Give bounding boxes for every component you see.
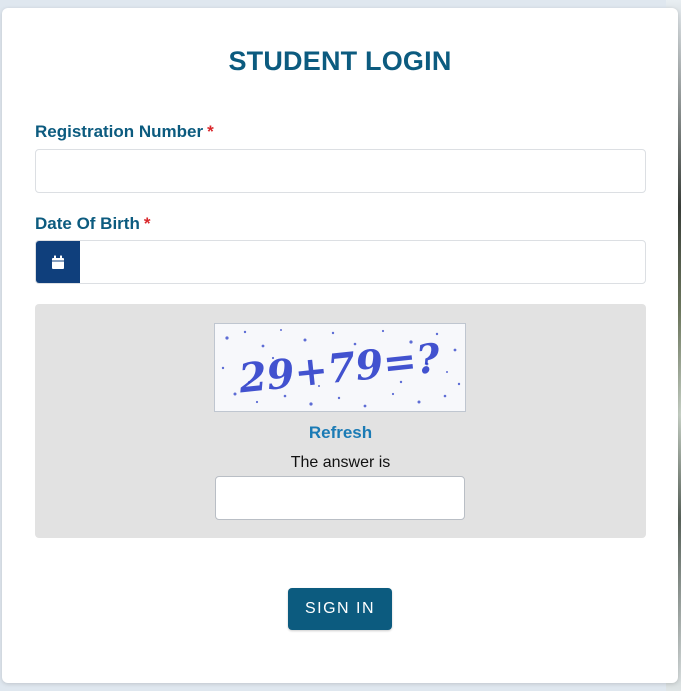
date-of-birth-field xyxy=(35,240,646,284)
required-asterisk: * xyxy=(143,214,151,233)
date-of-birth-label: Date Of Birth * xyxy=(35,214,150,234)
sign-in-button[interactable]: SIGN IN xyxy=(288,588,392,630)
calendar-button[interactable] xyxy=(36,241,80,283)
date-of-birth-input[interactable] xyxy=(80,241,645,283)
captcha-text: 29+79=? xyxy=(236,335,443,403)
calendar-icon xyxy=(52,255,64,269)
login-card: STUDENT LOGIN Registration Number * Date … xyxy=(2,8,678,683)
captcha-image: 29+79=? xyxy=(214,323,466,412)
captcha-panel: 29+79=? Refresh The answer is xyxy=(35,304,646,538)
required-asterisk: * xyxy=(207,122,214,141)
date-of-birth-label-text: Date Of Birth xyxy=(35,214,140,233)
captcha-answer-input[interactable] xyxy=(215,476,465,520)
registration-number-label: Registration Number * xyxy=(35,122,214,142)
captcha-answer-label: The answer is xyxy=(290,454,391,471)
page-title: STUDENT LOGIN xyxy=(228,46,452,76)
registration-number-input[interactable] xyxy=(35,149,646,193)
registration-number-label-text: Registration Number xyxy=(35,122,204,141)
refresh-captcha-link[interactable]: Refresh xyxy=(35,423,646,443)
